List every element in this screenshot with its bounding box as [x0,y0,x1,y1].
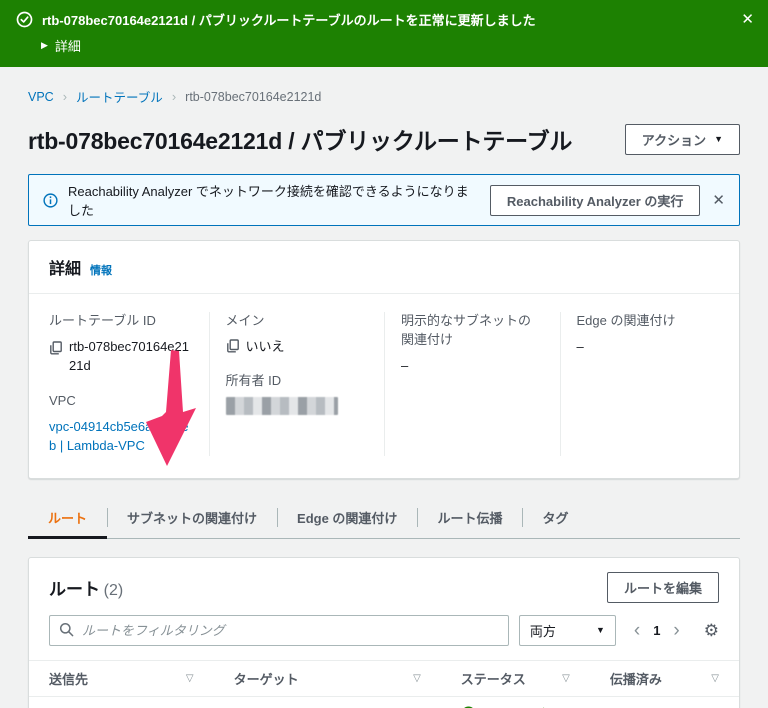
tab-2[interactable]: Edge の関連付け [277,499,417,538]
expander-triangle-icon: ▶ [41,40,48,50]
info-banner-text: Reachability Analyzer でネットワーク接続を確認できるように… [68,184,469,218]
owner-id-redacted-value [225,397,338,416]
routes-table: 送信先 ▽ ターゲット ▽ ステータス ▽ 伝播済み ▽ 0.0.0.0/0igw-09488… [29,659,739,708]
breadcrumb-vpc-link[interactable]: VPC [28,90,54,104]
explicit-subnet-assoc-label: 明示的なサブネットの関連付け [401,313,532,347]
filter-mode-value: 両方 [529,623,556,639]
gear-icon: ⚙ [703,620,719,640]
info-icon [43,192,58,208]
tab-1[interactable]: サブネットの関連付け [107,499,277,538]
column-header-label: 送信先 [49,671,89,687]
chevron-left-icon: ‹ [633,619,641,641]
column-header-2[interactable]: ステータス ▽ [440,659,590,697]
chevron-down-icon: ▼ [714,134,723,144]
edit-routes-button[interactable]: ルートを編集 [606,571,719,603]
tab-3[interactable]: ルート伝播 [417,499,522,538]
current-page-number: 1 [653,622,661,638]
breadcrumb-separator-icon: › [171,89,177,104]
column-header-0[interactable]: 送信先 ▽ [29,659,214,697]
copy-icon[interactable] [226,339,240,353]
flash-details-label: 詳細 [54,39,81,54]
pagination: ‹ 1 › [626,621,688,640]
breadcrumb-current: rtb-078bec70164e2121d [185,89,322,104]
details-card-title: 詳細 [49,261,82,278]
run-reachability-analyzer-button[interactable]: Reachability Analyzer の実行 [489,184,701,216]
page-title: rtb-078bec70164e2121d / パブリックルートテーブル [28,128,573,154]
propagated-cell: いいえ [589,696,739,708]
breadcrumb: VPC › ルートテーブル › rtb-078bec70164e2121d [28,87,740,106]
status-cell: アクティブ [440,696,590,708]
sort-icon[interactable]: ▽ [186,673,194,684]
flash-close-button[interactable]: ✕ [741,12,754,27]
tab-bar: ルート サブネットの関連付け Edge の関連付け ルート伝播 タグ [28,499,740,539]
reachability-info-banner: Reachability Analyzer でネットワーク接続を確認できるように… [28,174,740,226]
column-header-1[interactable]: ターゲット ▽ [213,659,441,697]
routes-card: ルート (2) ルートを編集 ルートをフィルタリング 両方 ▼ ‹ 1 › ⚙ … [28,556,740,708]
flash-message: rtb-078bec70164e2121d / パブリックルートテーブルのルート… [42,13,536,28]
status-label: アクティブ [482,704,546,708]
copy-icon[interactable] [49,341,63,355]
breadcrumb-separator-icon: › [62,89,68,104]
destination-cell: 0.0.0.0/0 [29,696,214,708]
routes-filter-input[interactable] [49,614,509,646]
sort-icon[interactable]: ▽ [711,673,719,684]
sort-icon[interactable]: ▽ [413,673,421,684]
route-table-id-value: rtb-078bec70164e2121d [69,338,189,374]
actions-button[interactable]: アクション ▼ [624,123,740,155]
previous-page-button[interactable]: ‹ [628,621,646,640]
main-label: メイン [225,313,265,328]
route-row-0: 0.0.0.0/0igw-0948884638ccab265 アクティブ いいえ [29,696,739,708]
details-column-2: メイン いいえ 所有者 ID [208,312,385,456]
chevron-right-icon: › [673,619,680,641]
flash-details-expander[interactable]: ▶ 詳細 [41,36,752,55]
breadcrumb-route-tables-link[interactable]: ルートテーブル [76,87,163,106]
run-reachability-analyzer-label: Reachability Analyzer の実行 [506,193,684,209]
column-header-label: 伝播済み [609,671,662,687]
close-icon: ✕ [741,11,754,28]
details-column-3: 明示的なサブネットの関連付け – [384,312,560,456]
routes-count: (2) [103,581,124,599]
details-column-4: Edge の関連付け – [559,312,736,456]
success-check-icon [16,11,33,28]
edge-assoc-value: – [576,338,584,354]
owner-id-label: 所有者 ID [225,373,282,389]
column-header-3[interactable]: 伝播済み ▽ [589,659,739,697]
edge-assoc-label: Edge の関連付け [576,313,676,328]
details-card: 詳細 情報 ルートテーブル ID rtb-078bec70164e2121d V… [28,240,740,479]
routes-card-title: ルート [49,579,100,599]
vpc-link[interactable]: vpc-04914cb5e6aed3deb | Lambda-VPC [49,417,193,456]
close-icon: ✕ [712,192,725,209]
explicit-subnet-assoc-value: – [401,357,409,373]
vpc-route-table-page: rtb-078bec70164e2121d / パブリックルートテーブルのルート… [0,0,768,708]
column-header-label: ターゲット [233,671,299,687]
details-info-link[interactable]: 情報 [90,262,112,278]
main-value: いいえ [245,338,285,354]
target-cell: igw-0948884638ccab265 [213,696,441,708]
search-icon [59,622,74,637]
details-column-1: ルートテーブル ID rtb-078bec70164e2121d VPC vpc… [33,312,209,456]
next-page-button[interactable]: › [667,621,685,640]
routes-filter [49,614,509,646]
info-banner-close-button[interactable]: ✕ [710,191,727,209]
filter-mode-select[interactable]: 両方 ▼ [518,614,616,646]
table-settings-button[interactable]: ⚙ [698,622,719,639]
chevron-down-icon: ▼ [595,625,605,636]
edit-routes-label: ルートを編集 [623,580,702,596]
sort-icon[interactable]: ▽ [562,673,570,684]
vpc-label: VPC [49,392,76,408]
tab-4[interactable]: タグ [522,499,588,538]
tab-0[interactable]: ルート [28,499,108,539]
actions-button-label: アクション [641,132,707,148]
route-table-id-label: ルートテーブル ID [49,313,156,328]
success-flash-banner: rtb-078bec70164e2121d / パブリックルートテーブルのルート… [0,0,768,67]
column-header-label: ステータス [460,671,526,687]
